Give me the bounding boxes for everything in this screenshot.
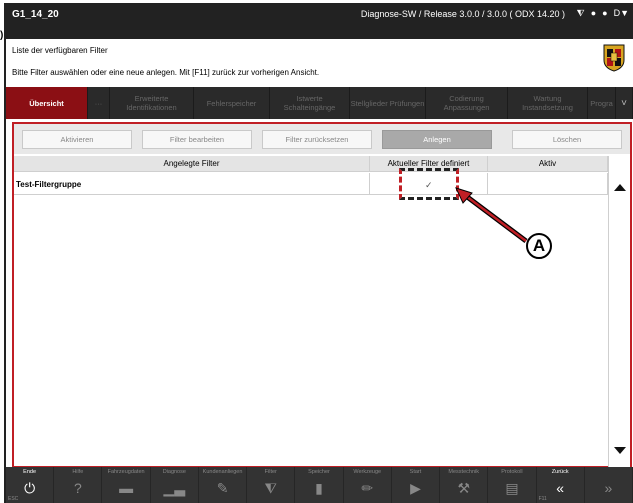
- window-title: G1_14_20: [12, 9, 59, 20]
- create-button[interactable]: Anlegen: [382, 130, 492, 149]
- tab-wartung[interactable]: Wartung Instandsetzung: [508, 87, 588, 119]
- page-header: Liste der verfügbaren Filter Bitte Filte…: [6, 40, 633, 85]
- filter-table: Angelegte Filter Aktueller Filter defini…: [14, 156, 630, 468]
- function-key-bar: Ende ⏻ ESC Hilfe ? Fahrzeugdaten ▬ Diagn…: [6, 467, 633, 503]
- storage-icon: ▮: [315, 479, 323, 496]
- back-button[interactable]: Zurück « F11: [537, 467, 585, 503]
- status-dot-icon: ●: [602, 8, 608, 18]
- tab-hidden[interactable]: ···: [88, 87, 110, 119]
- reset-filter-button[interactable]: Filter zurücksetzen: [262, 130, 372, 149]
- edit-icon: ✎: [216, 479, 229, 496]
- tab-codierung[interactable]: Codierung Anpassungen: [426, 87, 508, 119]
- scroll-down-arrow-icon[interactable]: [614, 447, 626, 454]
- tab-istwerte[interactable]: Istwerte Schalteingänge: [270, 87, 350, 119]
- pen-icon: ✏: [361, 479, 374, 496]
- function-tabs: Übersicht ··· Erweiterte Identifikatione…: [6, 87, 633, 119]
- checkmark-icon[interactable]: ✓: [425, 180, 433, 191]
- customer-request-button[interactable]: Kundenanliegen ✎: [199, 467, 248, 503]
- annotation-arrow-icon: [455, 187, 528, 243]
- forward-button[interactable]: »: [585, 467, 633, 503]
- tools-icon: ⚒: [457, 479, 470, 496]
- start-button[interactable]: Start ▶: [392, 467, 441, 503]
- edit-filter-button[interactable]: Filter bearbeiten: [142, 130, 252, 149]
- exit-button[interactable]: Ende ⏻ ESC: [6, 467, 55, 503]
- tab-erweiterte-identifikationen[interactable]: Erweiterte Identifikationen: [110, 87, 194, 119]
- tools-button[interactable]: Werkzeuge ✏: [344, 467, 392, 503]
- annotation-callout-label: A: [526, 233, 552, 259]
- page-instruction: Bitte Filter auswählen oder eine neue an…: [12, 68, 320, 77]
- question-icon: ?: [73, 480, 82, 496]
- action-bar: Aktivieren Filter bearbeiten Filter zurü…: [14, 124, 630, 154]
- column-header-active[interactable]: Aktiv: [488, 156, 608, 172]
- filter-button[interactable]: Filter ⧨: [247, 467, 296, 503]
- document-icon: ▤: [505, 479, 519, 496]
- diagnosis-button[interactable]: Diagnose ▁▃: [151, 467, 199, 503]
- double-chevron-left-icon: «: [556, 480, 565, 496]
- filter-name-cell[interactable]: Test-Filtergruppe: [14, 173, 370, 195]
- tabs-more-chevron-icon[interactable]: ˅: [616, 87, 633, 119]
- monitor-icon: ▬: [119, 480, 134, 496]
- filter-icon: ⧨: [264, 479, 278, 496]
- delete-button[interactable]: Löschen: [512, 130, 622, 149]
- protocol-button[interactable]: Protokoll ▤: [488, 467, 537, 503]
- signal-icon: ▁▃: [163, 479, 186, 496]
- column-header-filters[interactable]: Angelegte Filter: [14, 156, 370, 172]
- power-icon: ⏻: [24, 479, 36, 496]
- vertical-scrollbar[interactable]: [608, 156, 630, 468]
- tab-programmierung[interactable]: Progra: [588, 87, 616, 119]
- activate-button[interactable]: Aktivieren: [22, 130, 132, 149]
- page-title: Liste der verfügbaren Filter: [12, 46, 108, 55]
- language-dropdown[interactable]: D▼: [614, 8, 629, 19]
- tab-stellglieder[interactable]: Stellglieder Prüfungen: [350, 87, 426, 119]
- tab-fehlerspeicher[interactable]: Fehlerspeicher: [194, 87, 270, 119]
- help-button[interactable]: Hilfe ?: [54, 467, 103, 503]
- storage-button[interactable]: Speicher ▮: [295, 467, 344, 503]
- status-icons: ⧨ ● ● D▼: [577, 8, 629, 19]
- tab-uebersicht[interactable]: Übersicht: [6, 87, 88, 119]
- scroll-up-arrow-icon[interactable]: [614, 184, 626, 191]
- double-chevron-right-icon: »: [604, 480, 613, 496]
- brand-crest-icon: [603, 44, 625, 72]
- measurement-button[interactable]: Messtechnik ⚒: [440, 467, 489, 503]
- status-dot-icon: ●: [590, 8, 597, 18]
- filter-status-icon[interactable]: ⧨: [577, 8, 585, 19]
- filter-panel: Aktivieren Filter bearbeiten Filter zurü…: [12, 122, 632, 468]
- title-bar: G1_14_20 Diagnose-SW / Release 3.0.0 / 3…: [6, 4, 633, 39]
- play-icon: ▶: [410, 479, 421, 496]
- software-version: Diagnose-SW / Release 3.0.0 / 3.0.0 ( OD…: [360, 9, 565, 19]
- vehicle-data-button[interactable]: Fahrzeugdaten ▬: [102, 467, 151, 503]
